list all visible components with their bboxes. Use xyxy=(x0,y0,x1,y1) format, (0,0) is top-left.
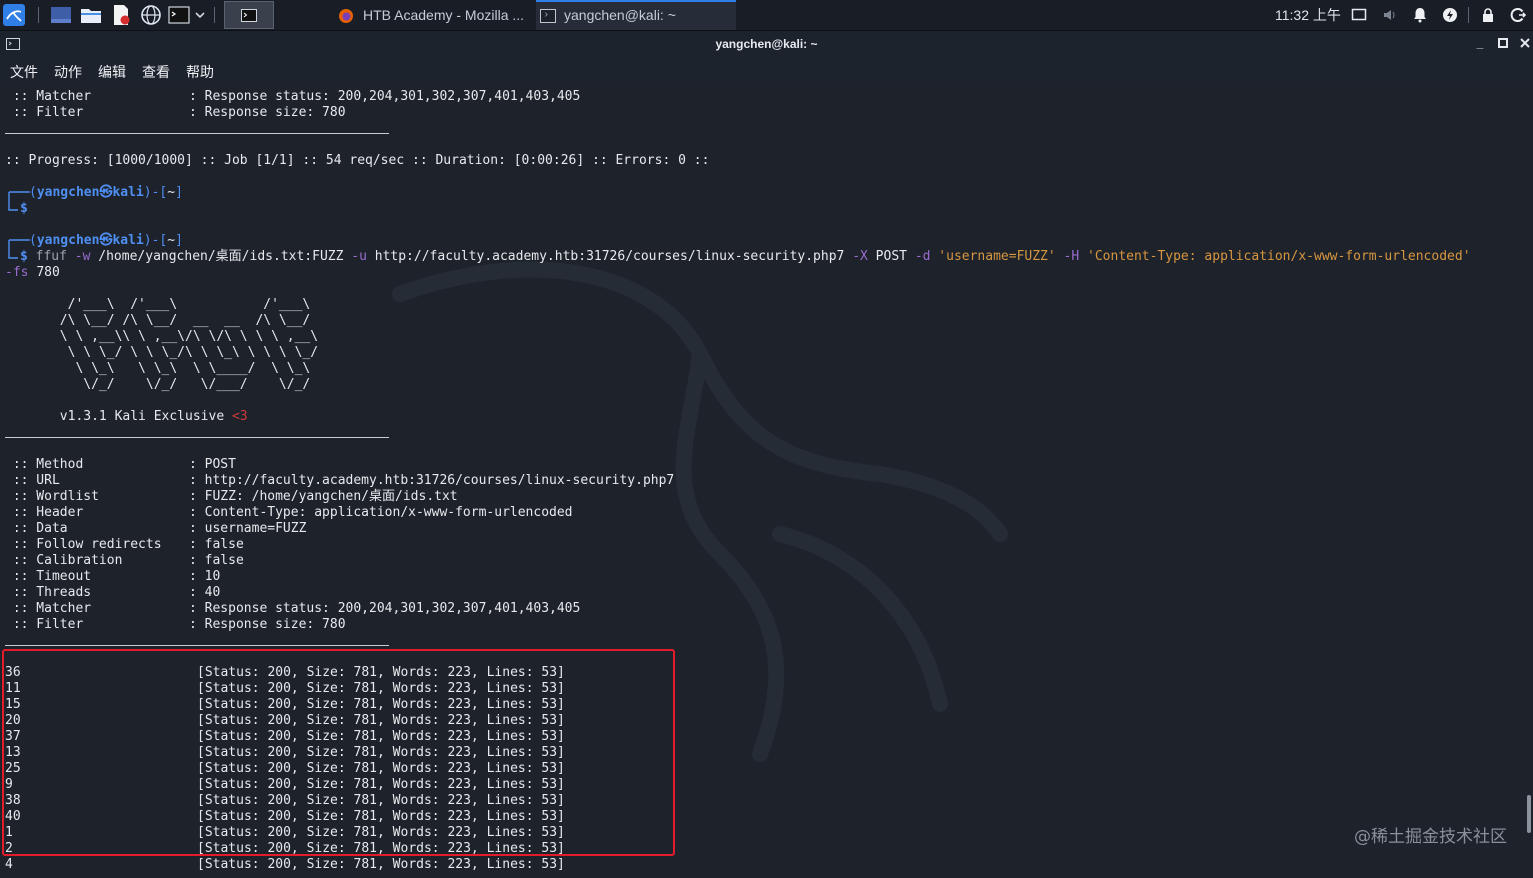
config-value: : 10 xyxy=(189,569,221,584)
minimize-button[interactable]: _ xyxy=(1473,36,1487,50)
logout-icon[interactable] xyxy=(1510,7,1526,23)
config-key: :: Filter xyxy=(5,617,170,632)
menu-help[interactable]: 帮助 xyxy=(186,62,214,82)
ffuf-banner-line: \ \ ,__\\ \ ,__\/\ \/\ \ \ \ ,__\ xyxy=(5,329,319,344)
panel-separator xyxy=(38,7,39,23)
ffuf-banner-line: \/_/ \/_/ \/___/ \/_/ xyxy=(5,377,311,392)
close-button[interactable] xyxy=(1518,36,1532,50)
config-line: :: Wordlist : FUZZ: /home/yangchen/桌面/id… xyxy=(5,489,458,505)
config-key: :: Header xyxy=(5,505,170,520)
separator-line xyxy=(5,645,389,646)
config-line: :: Filter: Response size: 780 xyxy=(5,105,346,120)
config-value: : 40 xyxy=(189,585,221,600)
ffuf-banner-line: \ \ \_/ \ \ \_/\ \ \_\ \ \ \ \_/ xyxy=(5,345,319,360)
notification-bell-icon[interactable] xyxy=(1412,7,1428,23)
result-row: 4 [Status: 200, Size: 781, Words: 223, Li… xyxy=(5,857,565,873)
config-line: :: Matcher: Response status: 200,204,301… xyxy=(5,89,581,104)
maximize-button[interactable] xyxy=(1496,36,1510,50)
workspace-switcher[interactable] xyxy=(224,1,274,29)
config-key: :: Threads xyxy=(5,585,170,600)
config-key: :: Data xyxy=(5,521,170,536)
separator-line xyxy=(5,437,389,438)
config-value: : POST xyxy=(189,457,236,472)
config-key: :: Calibration xyxy=(5,553,170,568)
config-value: : Response status: 200,204,301,302,307,4… xyxy=(189,601,581,616)
result-id: 4 xyxy=(5,857,13,872)
config-key: :: URL xyxy=(5,473,170,488)
terminal-icon xyxy=(540,9,556,24)
power-manager-icon[interactable] xyxy=(1442,7,1458,23)
taskbar-item-label: HTB Academy - Mozilla ... xyxy=(363,7,525,23)
progress-line: :: Progress: [1000/1000] :: Job [1/1] ::… xyxy=(5,153,710,168)
prompt-dollar: $ xyxy=(20,201,28,216)
config-value: : Response size: 780 xyxy=(189,617,346,632)
config-key: :: Follow redirects xyxy=(5,537,170,552)
separator-line xyxy=(5,133,389,134)
file-manager-icon[interactable] xyxy=(80,4,102,26)
taskbar-item-terminal[interactable]: yangchen@kali: ~ xyxy=(536,0,736,30)
kali-menu-icon[interactable] xyxy=(3,4,25,26)
menu-edit[interactable]: 编辑 xyxy=(98,62,126,82)
highlight-box xyxy=(2,649,675,856)
display-icon[interactable] xyxy=(1351,7,1367,23)
clock[interactable]: 11:32 上午 xyxy=(1275,0,1341,30)
text-editor-icon[interactable] xyxy=(110,4,132,26)
config-key: :: Timeout xyxy=(5,569,170,584)
panel-separator xyxy=(214,7,215,23)
result-status: [Status: 200, Size: 781, Words: 223, Lin… xyxy=(197,857,565,872)
ffuf-banner-line: \ \_\ \ \_\ \ \____/ \ \_\ xyxy=(5,361,311,376)
taskbar-item-content: yangchen@kali: ~ xyxy=(540,0,676,30)
config-line: :: Matcher : Response status: 200,204,30… xyxy=(5,601,581,617)
config-key: :: Wordlist xyxy=(5,489,170,504)
scrollbar-thumb[interactable] xyxy=(1527,795,1531,833)
menu-view[interactable]: 查看 xyxy=(142,62,170,82)
watermark: @稀土掘金技术社区 xyxy=(1354,827,1507,847)
config-value: : false xyxy=(189,537,244,552)
chevron-down-icon[interactable] xyxy=(194,4,206,26)
ffuf-banner-line: /\ \__/ /\ \__/ __ __ /\ \__/ xyxy=(5,313,311,328)
taskbar-item-firefox[interactable]: HTB Academy - Mozilla ... xyxy=(338,0,534,30)
menu-bar: 文件 动作 编辑 查看 帮助 xyxy=(0,58,1533,84)
version-line: v1.3.1 Kali Exclusive <3 xyxy=(5,409,248,424)
command-line-wrap: -fs 780 xyxy=(5,265,60,280)
show-desktop-icon[interactable] xyxy=(50,4,72,26)
terminal-launcher-icon[interactable] xyxy=(168,4,190,26)
prompt: (yangchen㉿kali)-[~] xyxy=(29,233,183,248)
window-title: yangchen@kali: ~ xyxy=(715,37,818,51)
top-panel: HTB Academy - Mozilla ... yangchen@kali:… xyxy=(0,0,1533,31)
config-line: :: Method : POST xyxy=(5,457,236,473)
panel-separator xyxy=(1468,7,1469,23)
config-line: :: Filter : Response size: 780 xyxy=(5,617,346,633)
config-value: : false xyxy=(189,553,244,568)
config-line: :: Calibration : false xyxy=(5,553,244,569)
volume-icon[interactable] xyxy=(1382,7,1398,23)
config-key: :: Matcher xyxy=(5,601,170,616)
config-line: :: Header : Content-Type: application/x-… xyxy=(5,505,573,521)
prompt: (yangchen㉿kali)-[~] xyxy=(29,185,183,200)
lock-icon[interactable] xyxy=(1480,7,1496,23)
terminal-output[interactable]: :: Matcher : Response status: 200,204,301… xyxy=(0,84,1533,878)
config-line: :: Follow redirects : false xyxy=(5,537,244,553)
taskbar-item-label: yangchen@kali: ~ xyxy=(564,7,676,23)
config-line: :: Data : username=FUZZ xyxy=(5,521,307,537)
firefox-icon xyxy=(339,9,353,24)
command-line: $ ffuf -w /home/yangchen/桌面/ids.txt:FUZZ… xyxy=(20,249,1471,264)
window-titlebar[interactable]: yangchen@kali: ~ _ xyxy=(0,31,1533,58)
browser-icon[interactable] xyxy=(140,4,162,26)
terminal-icon xyxy=(241,9,257,22)
config-line: :: Timeout : 10 xyxy=(5,569,221,585)
config-line: :: Threads : 40 xyxy=(5,585,221,601)
ffuf-banner-line: /'___\ /'___\ /'___\ xyxy=(5,297,311,312)
config-value: : http://faculty.academy.htb:31726/cours… xyxy=(189,473,675,488)
config-value: : FUZZ: /home/yangchen/桌面/ids.txt xyxy=(189,489,458,504)
config-key: :: Method xyxy=(5,457,170,472)
config-line: :: URL : http://faculty.academy.htb:3172… xyxy=(5,473,674,489)
config-value: : Content-Type: application/x-www-form-u… xyxy=(189,505,573,520)
config-value: : username=FUZZ xyxy=(189,521,307,536)
menu-file[interactable]: 文件 xyxy=(10,62,38,82)
menu-actions[interactable]: 动作 xyxy=(54,62,82,82)
